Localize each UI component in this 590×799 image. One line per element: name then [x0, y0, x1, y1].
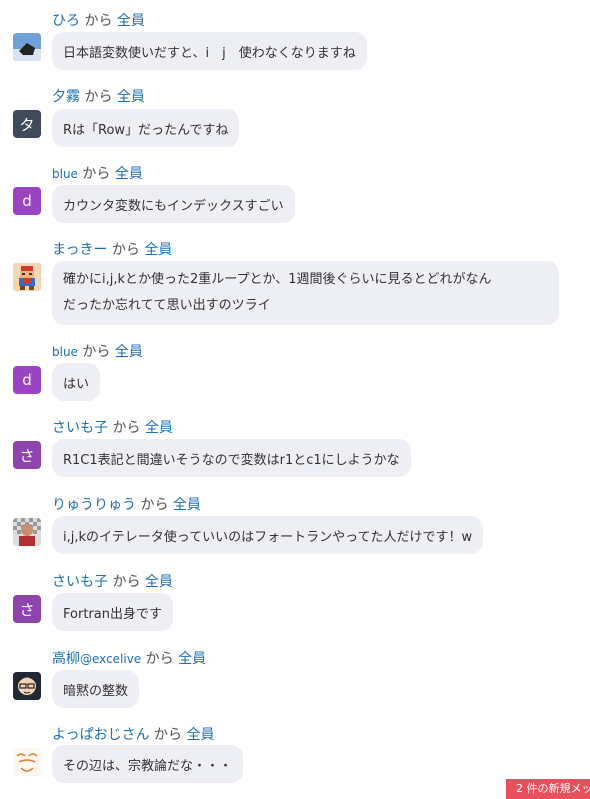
recipient-link[interactable]: 全員	[144, 242, 172, 258]
avatar[interactable]: さ	[13, 595, 41, 623]
message-bubble: 暗黙の整数	[52, 670, 140, 708]
avatar-image	[13, 672, 41, 700]
recipient-link[interactable]: 全員	[115, 166, 143, 182]
message-bubble: R1C1表記と間違いそうなので変数はr1とc1にしようかな	[52, 439, 411, 477]
message-bubble: Fortran出身です	[52, 593, 173, 631]
avatar-image	[13, 518, 41, 546]
message-bubble: はい	[52, 363, 101, 401]
recipient-link[interactable]: 全員	[117, 89, 145, 105]
avatar[interactable]	[13, 33, 41, 61]
recipient-link[interactable]: 全員	[145, 574, 173, 590]
avatar[interactable]	[13, 263, 41, 291]
avatar-image	[13, 33, 41, 61]
avatar-image	[13, 263, 41, 291]
from-label: から	[112, 420, 141, 436]
avatar[interactable]: タ	[13, 110, 41, 138]
avatar[interactable]	[13, 672, 41, 700]
message-bubble: 日本語変数使いだすと、i j 使わなくなりますね	[52, 32, 367, 70]
sender-name[interactable]: 高柳	[52, 651, 80, 667]
message-bubble: 確かにi,j,kとか使った2重ループとか、1週間後ぐらいに見るとどれがなん だっ…	[52, 261, 559, 325]
message-header: よっぱおじさん から 全員	[52, 724, 215, 744]
message-header: 高柳@excelive から 全員	[52, 648, 206, 668]
recipient-link[interactable]: 全員	[115, 344, 143, 360]
recipient-link[interactable]: 全員	[178, 651, 206, 667]
from-label: から	[145, 651, 174, 667]
sender-handle[interactable]: @excelive	[80, 652, 141, 666]
avatar[interactable]: さ	[13, 441, 41, 469]
avatar-image	[13, 748, 41, 776]
avatar[interactable]	[13, 748, 41, 776]
from-label: から	[82, 166, 111, 182]
sender-name[interactable]: blue	[52, 345, 78, 359]
avatar[interactable]: d	[13, 187, 41, 215]
sender-name[interactable]: さいも子	[52, 420, 108, 436]
sender-name[interactable]: よっぱおじさん	[52, 727, 150, 743]
recipient-link[interactable]: 全員	[173, 497, 201, 513]
message-header: まっきー から 全員	[52, 239, 172, 259]
from-label: から	[84, 13, 113, 29]
message-bubble: Rは「Row」だったんですね	[52, 109, 240, 147]
avatar[interactable]	[13, 518, 41, 546]
recipient-link[interactable]: 全員	[145, 420, 173, 436]
message-bubble: i,j,kのイテレータ使っていいのはフォートランやってた人だけです！w	[52, 516, 484, 554]
sender-name[interactable]: ひろ	[52, 13, 80, 29]
message-line: 確かにi,j,kとか使った2重ループとか、1週間後ぐらいに見るとどれがなん	[63, 272, 492, 287]
sender-name[interactable]: 夕霧	[52, 89, 80, 105]
message-header: 夕霧 から 全員	[52, 86, 145, 106]
from-label: から	[84, 89, 113, 105]
from-label: から	[140, 497, 169, 513]
sender-name[interactable]: blue	[52, 167, 78, 181]
message-header: blue から 全員	[52, 341, 143, 361]
from-label: から	[154, 727, 183, 743]
message-header: さいも子 から 全員	[52, 417, 173, 437]
sender-name[interactable]: さいも子	[52, 574, 108, 590]
from-label: から	[112, 574, 141, 590]
message-header: ひろ から 全員	[52, 10, 145, 30]
recipient-link[interactable]: 全員	[117, 13, 145, 29]
sender-name[interactable]: りゅうりゅう	[52, 497, 136, 513]
message-bubble: その辺は、宗教論だな・・・	[52, 745, 244, 783]
message-header: りゅうりゅう から 全員	[52, 494, 201, 514]
message-header: blue から 全員	[52, 163, 143, 183]
recipient-link[interactable]: 全員	[187, 727, 215, 743]
sender-name[interactable]: まっきー	[52, 242, 107, 258]
from-label: から	[82, 344, 111, 360]
message-bubble: カウンタ変数にもインデックスすごい	[52, 185, 295, 223]
avatar[interactable]: d	[13, 366, 41, 394]
from-label: から	[111, 242, 140, 258]
message-header: さいも子 から 全員	[52, 571, 173, 591]
message-line: だったか忘れてて思い出すのツライ	[63, 298, 271, 313]
new-messages-badge[interactable]: 2 件の新規メッセージ	[506, 779, 590, 799]
